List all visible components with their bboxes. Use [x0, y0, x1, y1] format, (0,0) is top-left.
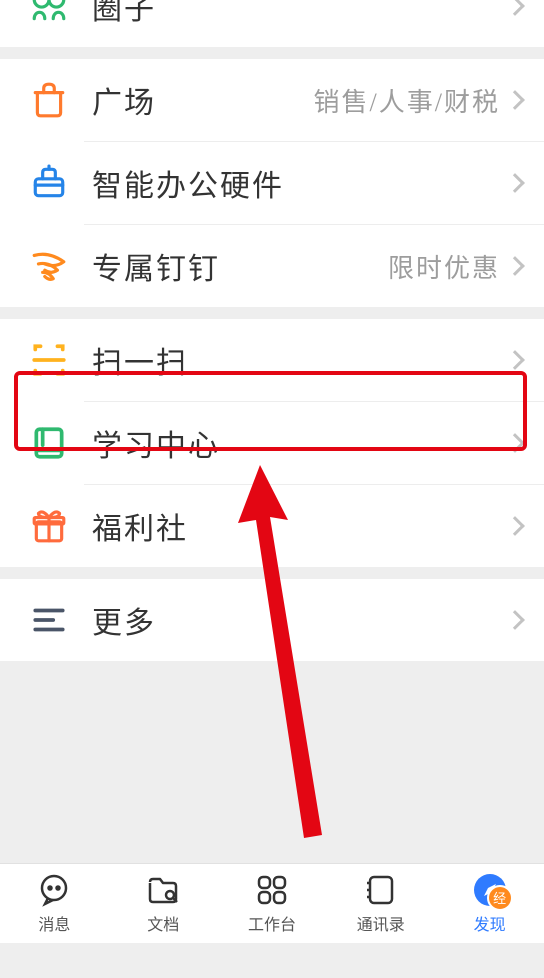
chevron-right-icon	[505, 256, 525, 276]
row-circle[interactable]: 圈子	[0, 0, 544, 47]
row-label: 学习中心	[92, 421, 508, 465]
tab-label: 文档	[147, 911, 179, 935]
tab-label: 消息	[38, 911, 70, 935]
bottom-tabbar: 消息 文档 工作台 通讯录 发现	[0, 863, 544, 943]
compass-icon	[473, 873, 507, 907]
circle-icon	[30, 0, 68, 25]
row-label: 更多	[92, 598, 508, 642]
row-welfare[interactable]: 福利社	[0, 485, 544, 567]
row-extra: 销售/人事/财税	[314, 82, 500, 119]
row-label: 专属钉钉	[92, 244, 388, 288]
chevron-right-icon	[505, 90, 525, 110]
row-plaza[interactable]: 广场 销售/人事/财税	[0, 59, 544, 141]
row-scan[interactable]: 扫一扫	[0, 319, 544, 401]
tab-messages[interactable]: 消息	[0, 864, 109, 943]
chevron-right-icon	[505, 350, 525, 370]
hardware-icon	[30, 164, 68, 202]
grid-icon	[255, 873, 289, 907]
row-label: 扫一扫	[92, 338, 508, 382]
scan-icon	[30, 341, 68, 379]
chat-icon	[37, 873, 71, 907]
tab-workbench[interactable]: 工作台	[218, 864, 327, 943]
book-icon	[30, 424, 68, 462]
wing-icon	[30, 247, 68, 285]
row-label: 智能办公硬件	[92, 161, 508, 205]
chevron-right-icon	[505, 516, 525, 536]
tab-label: 工作台	[248, 911, 296, 935]
row-learn[interactable]: 学习中心	[0, 402, 544, 484]
tab-contacts[interactable]: 通讯录	[326, 864, 435, 943]
tab-discover[interactable]: 发现	[435, 864, 544, 943]
menu-icon	[30, 601, 68, 639]
chevron-right-icon	[505, 0, 525, 16]
row-hardware[interactable]: 智能办公硬件	[0, 142, 544, 224]
tab-docs[interactable]: 文档	[109, 864, 218, 943]
folder-icon	[146, 873, 180, 907]
tab-label: 通讯录	[357, 911, 405, 935]
gift-icon	[30, 507, 68, 545]
plaza-icon	[30, 81, 68, 119]
chevron-right-icon	[505, 173, 525, 193]
chevron-right-icon	[505, 610, 525, 630]
row-more[interactable]: 更多	[0, 579, 544, 661]
row-label: 福利社	[92, 504, 508, 548]
tab-label: 发现	[474, 911, 506, 935]
contacts-icon	[364, 873, 398, 907]
chevron-right-icon	[505, 433, 525, 453]
row-exclusive[interactable]: 专属钉钉 限时优惠	[0, 225, 544, 307]
row-extra: 限时优惠	[388, 248, 500, 285]
row-label: 圈子	[92, 0, 508, 28]
row-label: 广场	[92, 78, 314, 122]
